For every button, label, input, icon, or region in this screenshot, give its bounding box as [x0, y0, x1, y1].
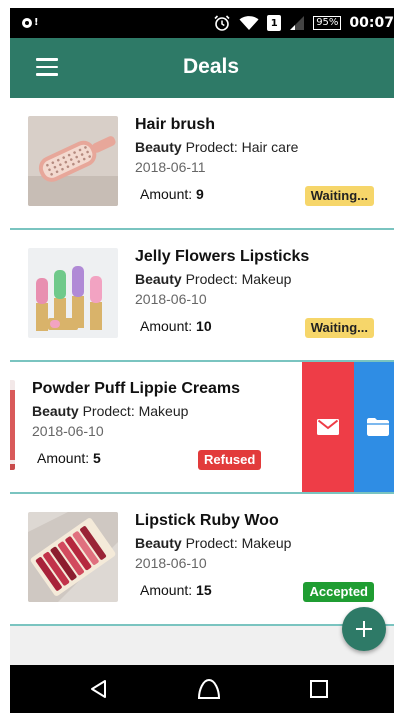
deal-card-swiped[interactable]: Powder Puff Lippie Creams Beauty Prodect…	[10, 362, 394, 494]
recents-icon[interactable]	[306, 677, 332, 701]
phone-screen: ! 1 95% 00:07 Deals Hair brush Beauty Pr…	[10, 8, 394, 713]
deal-amount: Amount: 5	[37, 450, 101, 466]
clock: 00:07	[349, 15, 394, 31]
lipstick-palette-image	[28, 512, 118, 602]
back-icon[interactable]	[86, 677, 112, 701]
notification-icon: !	[22, 16, 39, 30]
page-title: Deals	[182, 55, 240, 78]
sim-icon: 1	[267, 15, 282, 31]
deal-title: Lipstick Ruby Woo	[135, 512, 279, 529]
deal-amount: Amount: 10	[140, 318, 212, 334]
deal-category: Beauty Prodect: Makeup	[135, 535, 292, 551]
deal-date: 2018-06-11	[135, 159, 206, 175]
app-bar: Deals	[10, 38, 394, 98]
status-bar: ! 1 95% 00:07	[10, 8, 394, 38]
deal-amount: Amount: 15	[140, 582, 212, 598]
alarm-icon	[213, 14, 231, 32]
status-badge: Waiting...	[304, 186, 374, 206]
status-badge: Refused	[198, 450, 262, 470]
home-icon[interactable]	[196, 677, 222, 701]
status-badge: Accepted	[303, 582, 374, 602]
deal-amount: Amount: 9	[140, 186, 204, 202]
deals-list: Hair brush Beauty Prodect: Hair care 201…	[10, 98, 394, 626]
envelope-icon[interactable]	[302, 362, 354, 492]
deal-title: Jelly Flowers Lipsticks	[135, 248, 310, 265]
system-nav-bar	[10, 665, 394, 713]
deal-card[interactable]: Jelly Flowers Lipsticks Beauty Prodect: …	[10, 230, 394, 362]
folder-icon[interactable]	[354, 362, 394, 492]
battery-indicator: 95%	[313, 16, 342, 30]
hair-brush-image	[28, 116, 118, 206]
deal-date: 2018-06-10	[32, 423, 104, 439]
deal-title: Hair brush	[135, 116, 216, 133]
deal-card[interactable]: Hair brush Beauty Prodect: Hair care 201…	[10, 98, 394, 230]
deal-category: Beauty Prodect: Hair care	[135, 139, 299, 155]
add-deal-button[interactable]	[342, 607, 386, 651]
signal-icon	[289, 14, 305, 32]
swipe-actions	[302, 362, 394, 492]
deal-title: Powder Puff Lippie Creams	[32, 380, 241, 397]
wifi-icon	[239, 14, 259, 32]
deal-date: 2018-06-10	[135, 555, 207, 571]
deal-category: Beauty Prodect: Makeup	[32, 403, 189, 419]
lipsticks-image	[28, 248, 118, 338]
deal-date: 2018-06-10	[135, 291, 207, 307]
deal-card[interactable]: Lipstick Ruby Woo Beauty Prodect: Makeup…	[10, 494, 394, 626]
deal-category: Beauty Prodect: Makeup	[135, 271, 292, 287]
lippie-creams-image	[10, 380, 15, 470]
status-badge: Waiting...	[304, 318, 374, 338]
plus-icon	[356, 621, 372, 637]
